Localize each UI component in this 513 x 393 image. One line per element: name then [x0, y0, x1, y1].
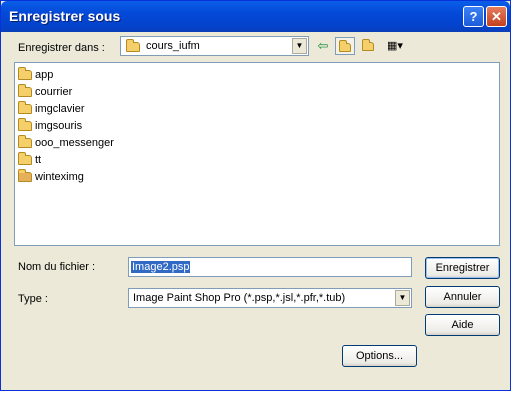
list-item[interactable]: tt [18, 152, 41, 168]
title-bar[interactable]: Enregistrer sous ? ✕ [1, 1, 510, 32]
filename-input[interactable]: Image2.psp [128, 257, 412, 277]
file-name: imgsouris [35, 120, 83, 133]
folder-icon [18, 101, 32, 115]
folder-icon [126, 39, 140, 52]
folder-icon [18, 118, 32, 132]
back-arrow-icon[interactable]: ⇦ [313, 37, 333, 55]
list-item[interactable]: imgsouris [18, 118, 82, 134]
list-item[interactable]: winteximg [18, 169, 84, 185]
help-button[interactable]: Aide [425, 314, 500, 336]
filetype-label: Type : [18, 293, 48, 305]
close-button[interactable]: ✕ [486, 6, 507, 27]
options-button[interactable]: Options... [342, 345, 417, 367]
save-button[interactable]: Enregistrer [425, 257, 500, 279]
save-as-dialog: Enregistrer sous ? ✕ Enregistrer dans : … [0, 0, 511, 391]
list-item[interactable]: courrier [18, 84, 72, 100]
filetype-value: Image Paint Shop Pro (*.psp,*.jsl,*.pfr,… [133, 292, 346, 304]
file-name: winteximg [35, 171, 84, 184]
file-name: ooo_messenger [35, 137, 114, 150]
chevron-down-icon[interactable]: ▼ [292, 38, 307, 54]
folder-icon [18, 84, 32, 98]
new-folder-icon[interactable] [358, 37, 378, 55]
filetype-combo[interactable]: Image Paint Shop Pro (*.psp,*.jsl,*.pfr,… [128, 288, 412, 308]
chevron-down-icon[interactable]: ▼ [395, 290, 410, 306]
filename-label: Nom du fichier : [18, 261, 96, 273]
file-name: imgclavier [35, 103, 85, 116]
list-item[interactable]: imgclavier [18, 101, 85, 117]
list-item[interactable]: app [18, 67, 53, 83]
file-list[interactable]: app courrier imgclavier imgsouris ooo_me… [14, 62, 500, 246]
file-name: app [35, 69, 54, 82]
dialog-title: Enregistrer sous [9, 8, 121, 24]
up-folder-icon[interactable] [335, 37, 355, 55]
save-in-combo[interactable]: cours_iufm ▼ [120, 36, 309, 56]
list-item[interactable]: ooo_messenger [18, 135, 114, 151]
save-in-label: Enregistrer dans : [18, 42, 105, 54]
save-in-value: cours_iufm [146, 40, 200, 52]
file-name: tt [35, 154, 42, 167]
file-name: courrier [35, 86, 73, 99]
help-title-button[interactable]: ? [463, 6, 484, 27]
folder-new-glyph [362, 39, 374, 52]
folder-icon [18, 67, 32, 81]
folder-up-glyph [339, 40, 351, 53]
folder-icon [18, 169, 32, 183]
folder-icon [18, 135, 32, 149]
filename-value: Image2.psp [131, 261, 191, 273]
cancel-button[interactable]: Annuler [425, 286, 500, 308]
folder-icon [18, 152, 32, 166]
view-menu-icon[interactable]: ▦▾ [382, 37, 408, 55]
